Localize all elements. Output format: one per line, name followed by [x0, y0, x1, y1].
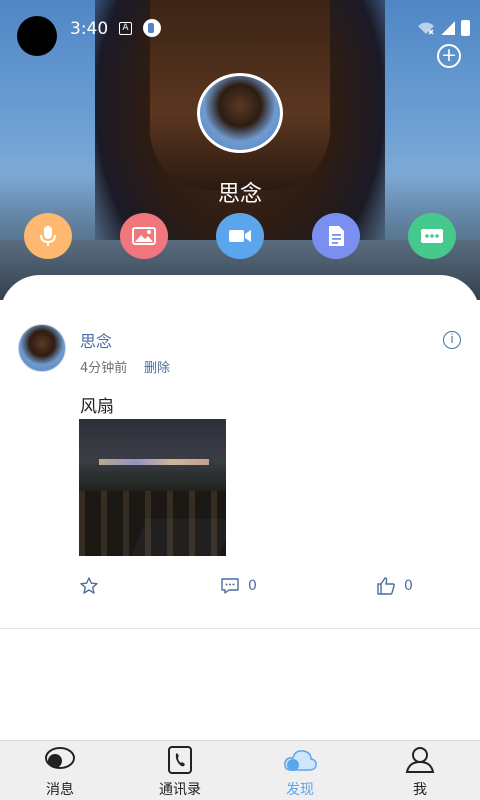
status-right-icons [417, 20, 470, 36]
contacts-book-icon [168, 746, 192, 774]
info-icon[interactable]: i [443, 331, 461, 349]
person-icon [405, 747, 435, 773]
tab-me[interactable]: 我 [360, 741, 480, 800]
status-bar: 3:40 A [0, 0, 480, 60]
file-button[interactable] [312, 213, 360, 259]
message-bubble-icon [45, 747, 75, 769]
tab-discover[interactable]: 发现 [240, 741, 360, 800]
comment-button[interactable]: 0 [220, 576, 257, 596]
bottom-tab-bar: 消息 通讯录 发现 我 [0, 740, 480, 800]
post-text: 风扇 [80, 397, 114, 417]
post-timestamp: 4分钟前 [80, 361, 128, 376]
message-button[interactable] [408, 213, 456, 259]
star-icon [80, 577, 98, 594]
notification-a-icon: A [119, 22, 132, 35]
notification-app-icon [143, 19, 161, 37]
tab-messages[interactable]: 消息 [0, 741, 120, 800]
cloud-icon [284, 750, 317, 771]
comment-count: 0 [248, 578, 257, 594]
image-icon [132, 227, 156, 245]
image-button[interactable] [120, 213, 168, 259]
wifi-off-icon [418, 22, 434, 35]
video-button[interactable] [216, 213, 264, 259]
comment-icon [221, 578, 239, 594]
favorite-button[interactable] [79, 576, 99, 596]
image-city-lights [99, 459, 209, 465]
feed-card [0, 275, 480, 740]
cell-signal-icon [441, 21, 455, 35]
voice-button[interactable] [24, 213, 72, 259]
like-count: 0 [404, 578, 413, 594]
tab-contacts[interactable]: 通讯录 [120, 741, 240, 800]
chat-bubble-icon [421, 229, 443, 243]
camera-cutout [17, 16, 57, 56]
image-railing [79, 491, 226, 556]
tab-discover-label: 发现 [286, 782, 314, 798]
video-camera-icon [229, 230, 251, 242]
tab-me-label: 我 [413, 782, 427, 798]
tab-contacts-label: 通讯录 [159, 782, 201, 798]
post-author-name[interactable]: 思念 [80, 328, 112, 352]
quick-actions [0, 213, 480, 261]
post-image[interactable] [79, 419, 226, 556]
tab-messages-label: 消息 [46, 782, 74, 798]
thumbs-up-icon [377, 577, 395, 595]
post-divider [0, 628, 480, 629]
profile-avatar[interactable] [197, 73, 283, 153]
status-time: 3:40 [70, 19, 109, 39]
post-actions: 0 0 [0, 572, 480, 604]
battery-icon [461, 20, 470, 36]
microphone-icon [40, 226, 56, 246]
document-icon [329, 226, 344, 246]
profile-name: 思念 [217, 182, 262, 207]
like-button[interactable]: 0 [376, 576, 413, 596]
add-button[interactable]: + [437, 44, 461, 68]
delete-post-link[interactable]: 删除 [144, 357, 170, 376]
post-author-avatar[interactable] [18, 324, 66, 372]
